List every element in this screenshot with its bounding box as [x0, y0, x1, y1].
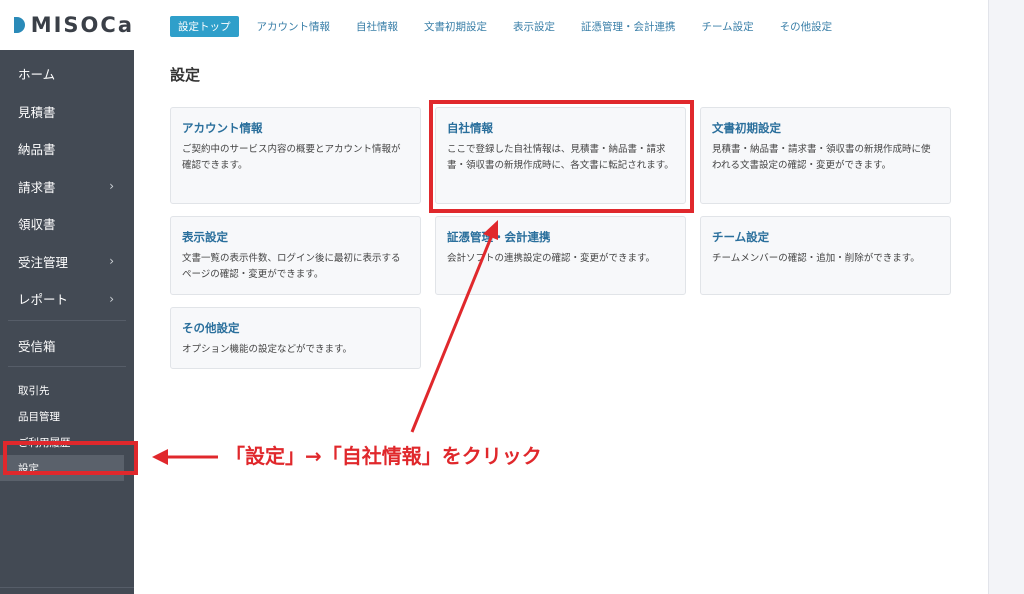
tab-voucher-accounting[interactable]: 証憑管理・会計連携 [573, 16, 684, 37]
card-description: チームメンバーの確認・追加・削除ができます。 [712, 253, 920, 264]
sidebar-item-reports[interactable]: レポート › [0, 280, 134, 318]
sidebar-item-items[interactable]: 品目管理 [0, 403, 134, 429]
sidebar-item-estimates[interactable]: 見積書 [0, 93, 134, 131]
annotation-arrows [152, 220, 498, 465]
logo-text: MISOCa [30, 13, 134, 37]
card-title: アカウント情報 [182, 121, 263, 135]
tab-display-settings[interactable]: 表示設定 [505, 16, 563, 37]
logo[interactable]: MISOCa [0, 0, 134, 50]
arrow-left-head-icon [152, 449, 168, 465]
card-team-settings[interactable]: チーム設定 チームメンバーの確認・追加・削除ができます。 [700, 216, 951, 295]
sidebar-item-inbox[interactable]: 受信箱 [0, 327, 134, 365]
sidebar-divider [8, 366, 126, 367]
tab-settings-top[interactable]: 設定トップ [170, 16, 239, 37]
highlight-settings-box [3, 441, 138, 475]
card-display-settings[interactable]: 表示設定 文書一覧の表示件数、ログイン後に最初に表示するページの確認・変更ができ… [170, 216, 421, 295]
sidebar-nav: ホーム 見積書 納品書 請求書 › 領収書 受注管理 › レポート › 受信箱 [0, 50, 134, 367]
card-other-settings[interactable]: その他設定 オプション機能の設定などができます。 [170, 307, 421, 369]
tab-document-defaults[interactable]: 文書初期設定 [416, 16, 495, 37]
card-description: 見積書・納品書・請求書・領収書の新規作成時に使われる文書設定の確認・変更ができま… [712, 144, 931, 171]
sidebar-item-clients[interactable]: 取引先 [0, 377, 134, 403]
logo-mark-icon [14, 17, 25, 33]
sidebar-item-orders[interactable]: 受注管理 › [0, 243, 134, 281]
tab-account-info[interactable]: アカウント情報 [249, 16, 339, 37]
page-title: 設定 [170, 66, 201, 84]
card-description: 会計ソフトの連携設定の確認・変更ができます。 [447, 253, 656, 264]
card-description: オプション機能の設定などができます。 [182, 344, 353, 355]
sidebar-item-home[interactable]: ホーム [0, 55, 134, 93]
tab-other-settings[interactable]: その他設定 [772, 16, 841, 37]
sidebar-divider [8, 319, 126, 321]
tab-team-settings[interactable]: チーム設定 [694, 16, 762, 37]
card-account-info[interactable]: アカウント情報 ご契約中のサービス内容の概要とアカウント情報が確認できます。 [170, 107, 421, 204]
sidebar: MISOCa ホーム 見積書 納品書 請求書 › 領収書 受注管理 › レポート › … [0, 0, 134, 594]
card-document-defaults[interactable]: 文書初期設定 見積書・納品書・請求書・領収書の新規作成時に使われる文書設定の確認… [700, 107, 951, 204]
tab-company-info[interactable]: 自社情報 [348, 16, 406, 37]
right-gutter [988, 0, 1024, 594]
sidebar-item-delivery-notes[interactable]: 納品書 [0, 130, 134, 168]
sidebar-bottom-divider [0, 587, 134, 588]
settings-tabs: 設定トップ アカウント情報 自社情報 文書初期設定 表示設定 証憑管理・会計連携… [170, 16, 850, 37]
card-description: ご契約中のサービス内容の概要とアカウント情報が確認できます。 [182, 144, 401, 171]
card-title: 表示設定 [182, 230, 228, 244]
card-description: 文書一覧の表示件数、ログイン後に最初に表示するページの確認・変更ができます。 [182, 253, 401, 280]
annotation-instruction: 「設定」→「自社情報」をクリック [225, 444, 542, 468]
highlight-company-info-box [429, 100, 694, 213]
sidebar-item-invoices[interactable]: 請求書 › [0, 168, 134, 206]
card-title: その他設定 [182, 321, 240, 335]
card-title: 文書初期設定 [712, 121, 781, 135]
sidebar-item-receipts[interactable]: 領収書 [0, 205, 134, 243]
chevron-right-icon: › [109, 291, 114, 306]
chevron-right-icon: › [109, 254, 114, 269]
card-title: チーム設定 [712, 230, 770, 244]
card-title: 証憑管理・会計連携 [447, 230, 551, 244]
card-voucher-accounting[interactable]: 証憑管理・会計連携 会計ソフトの連携設定の確認・変更ができます。 [435, 216, 686, 295]
chevron-right-icon: › [109, 179, 114, 194]
